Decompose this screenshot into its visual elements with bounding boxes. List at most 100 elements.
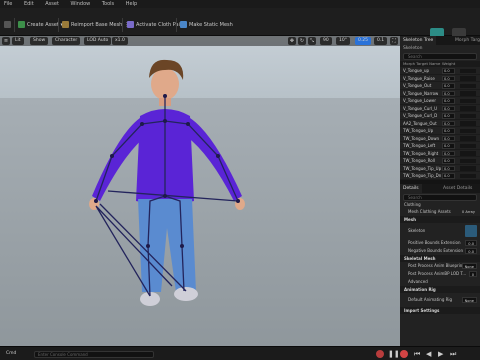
morph-weight-input[interactable]: 0.0	[442, 68, 455, 74]
morph-target-row[interactable]: TW_Tongue_Up 0.0	[400, 127, 480, 135]
lod-button[interactable]: LOD Auto	[84, 37, 112, 45]
weight-slider[interactable]	[460, 106, 476, 111]
weight-slider[interactable]	[460, 173, 476, 178]
show-button[interactable]: Show	[30, 37, 49, 45]
morph-weight-input[interactable]: 0.0	[442, 135, 455, 141]
weight-slider[interactable]	[460, 166, 476, 171]
maximize-icon[interactable]: ⛶	[390, 37, 398, 45]
morph-target-row[interactable]: TW_Tongue_Down 0.0	[400, 135, 480, 142]
console-command-input[interactable]: Enter Console Command	[34, 351, 154, 358]
morph-weight-input[interactable]: 0.0	[442, 90, 455, 96]
morph-target-row[interactable]: V_Tongue_Lower 0.0	[400, 97, 480, 105]
tab-asset-details[interactable]: Asset Details	[440, 184, 475, 193]
morph-weight-input[interactable]: 0.0	[442, 105, 455, 111]
morph-weight-input[interactable]: 0.0	[442, 128, 455, 134]
weight-slider[interactable]	[460, 91, 476, 96]
weight-slider[interactable]	[460, 136, 476, 141]
playback-speed-button[interactable]: x1.0	[112, 37, 128, 45]
weight-slider[interactable]	[460, 151, 476, 156]
morph-weight-input[interactable]: 0.0	[442, 173, 455, 179]
morph-target-row[interactable]: V_Tongue_Out 0.0	[400, 82, 480, 90]
positive-bounds-input[interactable]: 0.0	[465, 239, 477, 246]
mesh-category[interactable]: Mesh	[400, 215, 480, 223]
morph-target-name: TW_Tongue_Right	[403, 150, 439, 156]
translate-icon[interactable]: ✥	[288, 37, 296, 45]
main-toolbar: Create Asset ▾ Reimport Base Mesh ⋮ Acti…	[0, 8, 480, 38]
default-anim-rig-select[interactable]: None	[461, 296, 477, 303]
scale-snap-button[interactable]: 0.25	[355, 37, 372, 45]
morph-target-row[interactable]: TW_Tongue_Tip_Dn 0.0	[400, 172, 480, 180]
negative-bounds-input[interactable]: 0.0	[465, 247, 477, 254]
menu-tools[interactable]: Tools	[102, 1, 114, 7]
post-process-select[interactable]: None	[461, 262, 477, 269]
morph-weight-input[interactable]: 0.0	[442, 75, 455, 81]
viewport-menu-icon[interactable]: ≡	[2, 37, 10, 45]
cloth-paint-icon	[127, 21, 134, 28]
post-process-lod-input[interactable]: 0	[468, 270, 477, 277]
morph-weight-input[interactable]: 0.0	[442, 83, 455, 89]
character-button[interactable]: Character	[52, 37, 81, 45]
weight-slider[interactable]	[460, 128, 476, 133]
grid-snap-button[interactable]: 90	[320, 37, 332, 45]
menu-edit[interactable]: Edit	[24, 1, 34, 7]
morph-target-row[interactable]: TW_Tongue_Tip_Up 0.0	[400, 165, 480, 172]
menu-asset[interactable]: Asset	[45, 1, 59, 7]
morph-search-input[interactable]: Search	[403, 53, 477, 60]
morph-target-row[interactable]: AA2_Tongue_Out 0.0	[400, 120, 480, 127]
animation-rig-category[interactable]: Animation Rig	[400, 285, 480, 293]
step-back-icon[interactable]: ◀	[426, 350, 431, 358]
morph-target-row[interactable]: V_Tongue_up 0.0	[400, 67, 480, 75]
tab-skeleton-tree[interactable]: Skeleton Tree	[400, 36, 437, 45]
reimport-base-mesh-button[interactable]: Reimport Base Mesh ⋮	[62, 19, 129, 31]
play-icon[interactable]	[376, 350, 384, 358]
weight-slider[interactable]	[460, 76, 476, 81]
morph-target-row[interactable]: V_Tongue_Curl_U 0.0	[400, 105, 480, 112]
save-icon[interactable]	[4, 19, 11, 31]
morph-target-row[interactable]: TW_Tongue_Right 0.0	[400, 150, 480, 157]
cmd-label[interactable]: Cmd	[6, 351, 16, 357]
weight-slider[interactable]	[460, 98, 476, 103]
skeleton-thumbnail-icon[interactable]	[465, 224, 477, 237]
create-asset-button[interactable]: Create Asset ▾	[18, 19, 63, 31]
details-search-input[interactable]: Search	[403, 193, 477, 201]
import-settings-category[interactable]: Import Settings	[400, 306, 480, 314]
morph-target-row[interactable]: V_Tongue_Curl_D 0.0	[400, 112, 480, 120]
record-icon[interactable]	[400, 350, 408, 358]
camera-speed-button[interactable]: 0.1	[374, 37, 388, 45]
skip-forward-icon[interactable]: ⏭	[450, 350, 456, 358]
morph-target-row[interactable]: V_Tongue_Raise 0.0	[400, 75, 480, 82]
tab-morph-target-preview[interactable]: Morph Target Preview	[452, 36, 480, 45]
advanced-expander[interactable]: Advanced	[400, 278, 480, 286]
skeletal-mesh-category[interactable]: Skeletal Mesh	[400, 254, 480, 262]
weight-slider[interactable]	[460, 68, 476, 73]
scale-icon[interactable]: ⤡	[308, 37, 316, 45]
morph-weight-input[interactable]: 0.0	[442, 113, 455, 119]
rotation-snap-button[interactable]: 10°	[336, 37, 350, 45]
morph-weight-input[interactable]: 0.0	[442, 120, 455, 126]
tab-details[interactable]: Details	[400, 183, 422, 193]
menu-window[interactable]: Window	[71, 1, 91, 7]
morph-weight-input[interactable]: 0.0	[442, 98, 455, 104]
menu-help[interactable]: Help	[126, 1, 137, 7]
morph-target-row[interactable]: V_Tongue_Narrow 0.0	[400, 90, 480, 97]
morph-target-row[interactable]: TW_Tongue_Left 0.0	[400, 142, 480, 150]
viewport[interactable]	[0, 36, 400, 346]
morph-weight-input[interactable]: 0.0	[442, 150, 455, 156]
pause-icon[interactable]: ❚❚	[388, 350, 400, 358]
weight-slider[interactable]	[460, 158, 476, 163]
morph-target-row[interactable]: TW_Tongue_Roll 0.0	[400, 157, 480, 165]
weight-slider[interactable]	[460, 83, 476, 88]
weight-slider[interactable]	[460, 121, 476, 126]
menu-file[interactable]: File	[4, 1, 12, 7]
skip-back-icon[interactable]: ⏮	[414, 350, 420, 358]
step-forward-icon[interactable]: ▶	[438, 350, 443, 358]
morph-weight-input[interactable]: 0.0	[442, 165, 455, 171]
weight-slider[interactable]	[460, 113, 476, 118]
rotate-icon[interactable]: ↻	[298, 37, 306, 45]
morph-weight-input[interactable]: 0.0	[442, 158, 455, 164]
weight-slider[interactable]	[460, 143, 476, 148]
make-static-mesh-button[interactable]: Make Static Mesh	[180, 19, 233, 31]
morph-target-name: TW_Tongue_Down	[403, 135, 440, 141]
morph-weight-input[interactable]: 0.0	[442, 143, 455, 149]
view-mode-button[interactable]: Lit	[12, 37, 24, 45]
